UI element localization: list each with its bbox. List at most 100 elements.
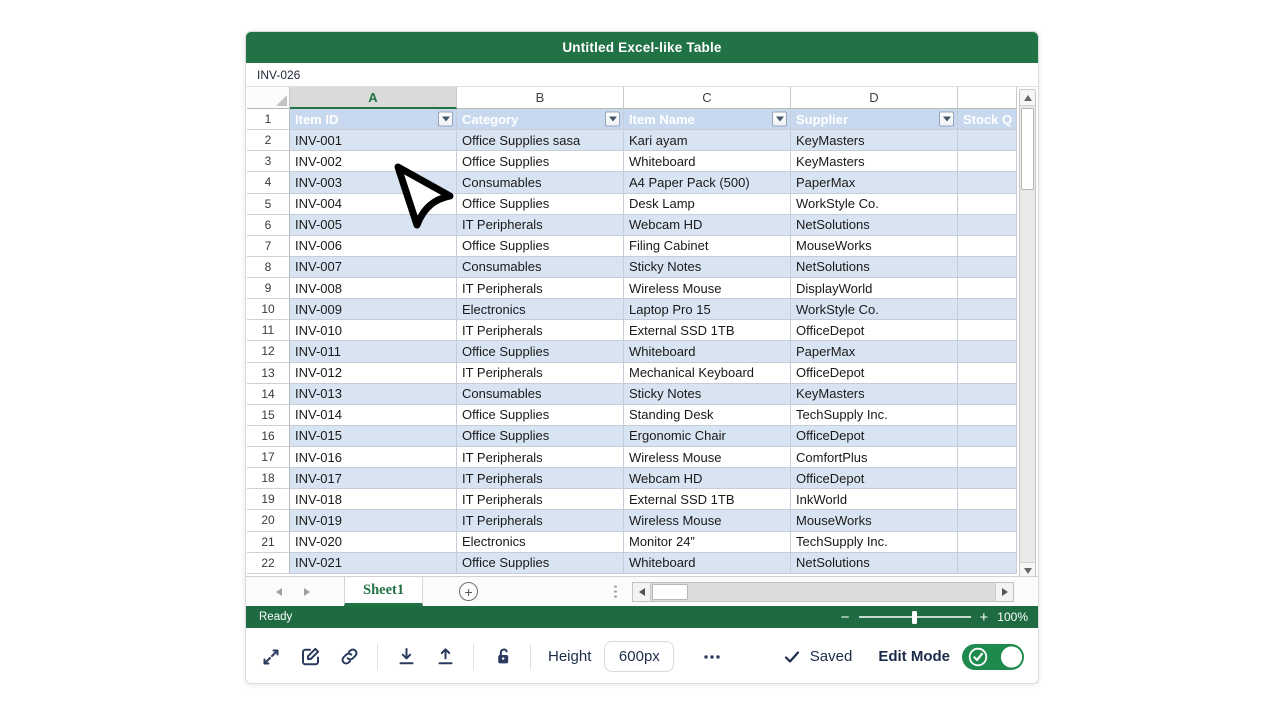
table-cell[interactable]: PaperMax [791, 341, 958, 362]
row-number[interactable]: 4 [247, 172, 290, 193]
table-cell[interactable]: ComfortPlus [791, 447, 958, 468]
row-number[interactable]: 9 [247, 278, 290, 299]
table-cell[interactable]: IT Peripherals [457, 215, 624, 236]
table-cell[interactable]: Webcam HD [624, 215, 791, 236]
table-cell[interactable]: NetSolutions [791, 257, 958, 278]
table-cell[interactable]: INV-017 [290, 468, 457, 489]
table-header-cell[interactable]: Supplier [791, 109, 958, 130]
table-cell[interactable] [958, 151, 1017, 172]
table-cell[interactable]: OfficeDepot [791, 426, 958, 447]
table-cell[interactable] [958, 510, 1017, 531]
filter-dropdown-button[interactable] [939, 112, 954, 127]
table-cell[interactable] [958, 341, 1017, 362]
table-cell[interactable]: IT Peripherals [457, 320, 624, 341]
height-input[interactable] [604, 641, 674, 672]
table-cell[interactable]: Standing Desk [624, 405, 791, 426]
row-number[interactable]: 14 [247, 384, 290, 405]
table-cell[interactable]: INV-015 [290, 426, 457, 447]
lock-button[interactable] [491, 646, 513, 668]
zoom-slider-thumb[interactable] [912, 611, 917, 624]
table-cell[interactable] [958, 384, 1017, 405]
table-cell[interactable] [958, 489, 1017, 510]
table-cell[interactable]: Office Supplies sasa [457, 130, 624, 151]
table-cell[interactable]: INV-009 [290, 299, 457, 320]
row-number[interactable]: 6 [247, 215, 290, 236]
table-cell[interactable]: Whiteboard [624, 341, 791, 362]
table-cell[interactable]: Electronics [457, 532, 624, 553]
table-cell[interactable]: Ergonomic Chair [624, 426, 791, 447]
column-header-B[interactable]: B [457, 87, 624, 109]
table-header-cell[interactable]: Item ID [290, 109, 457, 130]
table-cell[interactable]: INV-011 [290, 341, 457, 362]
table-cell[interactable]: Sticky Notes [624, 257, 791, 278]
table-cell[interactable]: INV-016 [290, 447, 457, 468]
table-cell[interactable] [958, 215, 1017, 236]
table-cell[interactable]: Desk Lamp [624, 194, 791, 215]
scroll-up-button[interactable] [1020, 90, 1035, 106]
table-cell[interactable]: Consumables [457, 172, 624, 193]
table-cell[interactable]: KeyMasters [791, 151, 958, 172]
filter-dropdown-button[interactable] [438, 112, 453, 127]
table-cell[interactable]: Mechanical Keyboard [624, 363, 791, 384]
row-number[interactable]: 16 [247, 426, 290, 447]
table-cell[interactable]: INV-020 [290, 532, 457, 553]
row-number[interactable]: 5 [247, 194, 290, 215]
table-cell[interactable]: INV-012 [290, 363, 457, 384]
link-button[interactable] [338, 646, 360, 668]
table-cell[interactable]: OfficeDepot [791, 320, 958, 341]
scroll-left-button[interactable] [633, 583, 651, 601]
row-number[interactable]: 19 [247, 489, 290, 510]
table-cell[interactable]: KeyMasters [791, 130, 958, 151]
table-cell[interactable]: Electronics [457, 299, 624, 320]
table-cell[interactable]: INV-005 [290, 215, 457, 236]
table-cell[interactable]: INV-007 [290, 257, 457, 278]
next-sheet-button[interactable] [304, 588, 310, 596]
table-cell[interactable]: INV-008 [290, 278, 457, 299]
table-cell[interactable]: Office Supplies [457, 151, 624, 172]
table-cell[interactable]: MouseWorks [791, 510, 958, 531]
row-number[interactable]: 10 [247, 299, 290, 320]
table-cell[interactable]: InkWorld [791, 489, 958, 510]
table-cell[interactable]: Webcam HD [624, 468, 791, 489]
upload-button[interactable] [434, 646, 456, 668]
table-cell[interactable]: Office Supplies [457, 341, 624, 362]
table-cell[interactable]: INV-003 [290, 172, 457, 193]
row-number[interactable]: 22 [247, 553, 290, 574]
row-number[interactable]: 21 [247, 532, 290, 553]
table-cell[interactable]: OfficeDepot [791, 363, 958, 384]
table-cell[interactable]: INV-019 [290, 510, 457, 531]
table-cell[interactable]: Office Supplies [457, 405, 624, 426]
table-cell[interactable]: Sticky Notes [624, 384, 791, 405]
table-cell[interactable]: INV-021 [290, 553, 457, 574]
table-cell[interactable]: Whiteboard [624, 151, 791, 172]
table-cell[interactable]: OfficeDepot [791, 468, 958, 489]
table-cell[interactable]: Consumables [457, 384, 624, 405]
table-cell[interactable]: Wireless Mouse [624, 510, 791, 531]
horizontal-scrollbar[interactable] [632, 582, 1014, 602]
select-all-corner[interactable] [247, 87, 290, 109]
table-cell[interactable] [958, 532, 1017, 553]
table-cell[interactable]: INV-004 [290, 194, 457, 215]
table-cell[interactable]: Office Supplies [457, 553, 624, 574]
table-cell[interactable] [958, 468, 1017, 489]
table-cell[interactable]: Whiteboard [624, 553, 791, 574]
table-header-cell[interactable]: Item Name [624, 109, 791, 130]
table-cell[interactable]: Wireless Mouse [624, 278, 791, 299]
table-cell[interactable]: IT Peripherals [457, 278, 624, 299]
table-cell[interactable] [958, 553, 1017, 574]
column-header-partial[interactable] [958, 87, 1017, 109]
table-cell[interactable] [958, 172, 1017, 193]
download-button[interactable] [395, 646, 417, 668]
table-cell[interactable]: Office Supplies [457, 426, 624, 447]
row-number[interactable]: 18 [247, 468, 290, 489]
table-cell[interactable] [958, 405, 1017, 426]
table-cell[interactable] [958, 236, 1017, 257]
formula-bar[interactable]: INV-026 [246, 63, 1038, 87]
table-cell[interactable] [958, 447, 1017, 468]
row-number[interactable]: 15 [247, 405, 290, 426]
vertical-scrollbar[interactable] [1019, 89, 1036, 579]
horizontal-scroll-thumb[interactable] [652, 584, 688, 600]
table-cell[interactable]: Laptop Pro 15 [624, 299, 791, 320]
zoom-in-button[interactable]: + [980, 610, 989, 625]
column-header-D[interactable]: D [791, 87, 958, 109]
